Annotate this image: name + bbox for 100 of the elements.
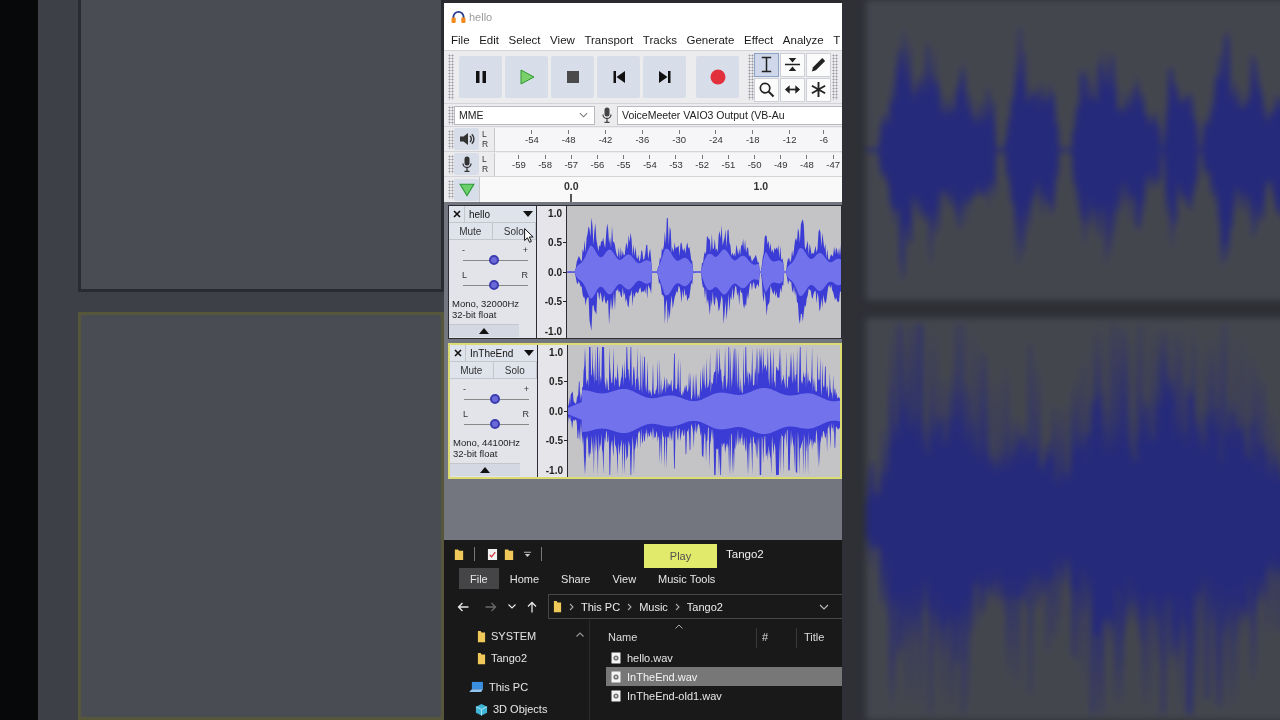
slider-thumb[interactable]: [489, 280, 500, 290]
mouse-pointer-icon: [524, 228, 534, 243]
audio-track[interactable]: InTheEnd Mute Solo - + L R Mono, 44100Hz 32-bit float 1.0 0.5 0.0 -0.5 -1.0: [448, 343, 842, 479]
nav-item[interactable]: 3D Objects: [444, 698, 589, 720]
ribbon-tab[interactable]: Home: [498, 568, 551, 589]
folder-icon[interactable]: [454, 547, 464, 561]
magnifier-icon: [758, 81, 775, 98]
grip-handle[interactable]: [748, 54, 754, 100]
ribbon-tab[interactable]: Share: [550, 568, 602, 589]
breadcrumb[interactable]: This PC: [581, 600, 621, 613]
tool-button[interactable]: [754, 77, 779, 102]
address-bar[interactable]: This PC Music Tango2: [548, 594, 842, 619]
meter-tick-label: -59: [512, 158, 526, 171]
stop-button[interactable]: [551, 56, 594, 98]
recording-device-dropdown[interactable]: VoiceMeeter VAIO3 Output (VB-Au: [617, 105, 842, 125]
audio-file-icon: [611, 689, 621, 702]
skip-to-end-button[interactable]: [643, 56, 686, 98]
chevron-down-icon[interactable]: [819, 604, 829, 610]
forward-arrow-icon[interactable]: [485, 601, 497, 612]
collapse-button[interactable]: [449, 324, 519, 337]
menu-item[interactable]: Analyze: [782, 34, 824, 46]
menu-item[interactable]: File: [451, 34, 470, 46]
ribbon-tab[interactable]: Music Tools: [647, 568, 727, 589]
play-tab[interactable]: Play: [644, 544, 717, 568]
chevron-right-icon: [569, 602, 574, 611]
audio-track[interactable]: hello Mute Solo - + L R Mono, 32000Hz 32-bit float 1.0 0.5 0.0 -0.5 -1.0: [448, 205, 842, 339]
tool-button[interactable]: [754, 52, 779, 77]
menu-item[interactable]: T: [833, 34, 841, 46]
grip-handle[interactable]: [448, 105, 454, 125]
ruler-label: 1.0: [549, 346, 563, 358]
file-row[interactable]: InTheEnd-old1.wav: [606, 686, 842, 705]
menu-item[interactable]: Select: [508, 34, 541, 46]
folder-icon: [477, 629, 486, 643]
timeline-label: 0.0: [564, 180, 579, 192]
up-arrow-icon[interactable]: [527, 600, 537, 613]
pause-button[interactable]: [459, 56, 502, 98]
up-triangle-icon: [479, 328, 489, 334]
meter-tick-label: -36: [635, 133, 650, 146]
column-header[interactable]: #: [762, 631, 769, 643]
recording-meter[interactable]: -59 -58 -57 -56 -55 -54 -53 -52 -51 -50 -49 -48 -47: [494, 152, 842, 176]
microphone-button[interactable]: [454, 153, 479, 175]
grip-handle[interactable]: [448, 129, 454, 149]
tool-button[interactable]: [780, 77, 805, 102]
checked-document-icon[interactable]: [487, 547, 498, 561]
grip-handle[interactable]: [832, 54, 838, 100]
down-triangle-icon: [458, 182, 475, 197]
record-button[interactable]: [696, 56, 739, 98]
column-header[interactable]: Name: [608, 631, 638, 643]
channel-label: R: [482, 164, 490, 174]
slider-thumb[interactable]: [490, 394, 501, 404]
menu-item[interactable]: Generate: [686, 34, 735, 46]
nav-item[interactable]: This PC: [444, 676, 589, 698]
waveform[interactable]: [568, 345, 840, 477]
skip-to-start-button[interactable]: [597, 56, 640, 98]
host-dropdown[interactable]: MME: [454, 105, 595, 125]
record-icon: [709, 69, 726, 85]
menu-item[interactable]: View: [550, 34, 575, 46]
back-arrow-icon[interactable]: [457, 601, 469, 612]
window-title: hello: [469, 10, 493, 23]
meter-tick-label: -30: [672, 133, 686, 146]
folder-icon[interactable]: [504, 547, 514, 561]
collapse-button[interactable]: [450, 463, 520, 476]
tool-button[interactable]: [806, 52, 831, 77]
file-row[interactable]: InTheEnd.wav: [606, 667, 842, 686]
meter-tick-label: -18: [745, 133, 760, 146]
breadcrumb[interactable]: Music: [639, 600, 668, 613]
playhead-marker[interactable]: [570, 194, 572, 202]
meter-tick-label: -57: [564, 158, 579, 171]
ribbon-tab[interactable]: File: [459, 568, 499, 589]
speaker-button[interactable]: [454, 128, 479, 150]
ribbon-tab[interactable]: View: [601, 568, 648, 589]
headphones-icon: [451, 10, 466, 23]
file-row[interactable]: hello.wav: [606, 648, 842, 667]
grip-handle[interactable]: [448, 180, 454, 199]
slider-thumb[interactable]: [489, 255, 500, 265]
column-header[interactable]: Title: [804, 631, 825, 643]
scroll-up-icon[interactable]: [576, 632, 584, 637]
breadcrumb[interactable]: Tango2: [686, 600, 723, 613]
waveform[interactable]: [567, 206, 841, 338]
tool-button[interactable]: [806, 77, 831, 102]
nav-item[interactable]: Tango2: [444, 647, 589, 669]
dropdown-caret-icon[interactable]: [524, 550, 531, 558]
grip-handle[interactable]: [448, 54, 454, 100]
skip-to-end-icon: [658, 71, 671, 83]
tool-button[interactable]: [780, 52, 805, 77]
timeline-ruler[interactable]: 0.0 1.0: [479, 177, 842, 202]
menu-item[interactable]: Transport: [584, 34, 634, 46]
microphone-icon: [602, 107, 612, 123]
slider-thumb[interactable]: [490, 419, 501, 429]
slider-label: R: [522, 410, 529, 419]
meter-tick-label: -51: [721, 158, 736, 171]
nav-item[interactable]: SYSTEM: [444, 625, 589, 647]
meter-tick-label: -55: [616, 158, 631, 171]
computer-icon: [469, 681, 484, 693]
grip-handle[interactable]: [448, 154, 454, 174]
menu-item[interactable]: Edit: [479, 34, 499, 46]
pause-icon: [473, 70, 488, 84]
menu-item[interactable]: Tracks: [642, 34, 677, 46]
menu-item[interactable]: Effect: [744, 34, 774, 46]
playback-meter[interactable]: -54 -48 -42 -36 -30 -24 -18 -12 -6: [494, 127, 842, 151]
